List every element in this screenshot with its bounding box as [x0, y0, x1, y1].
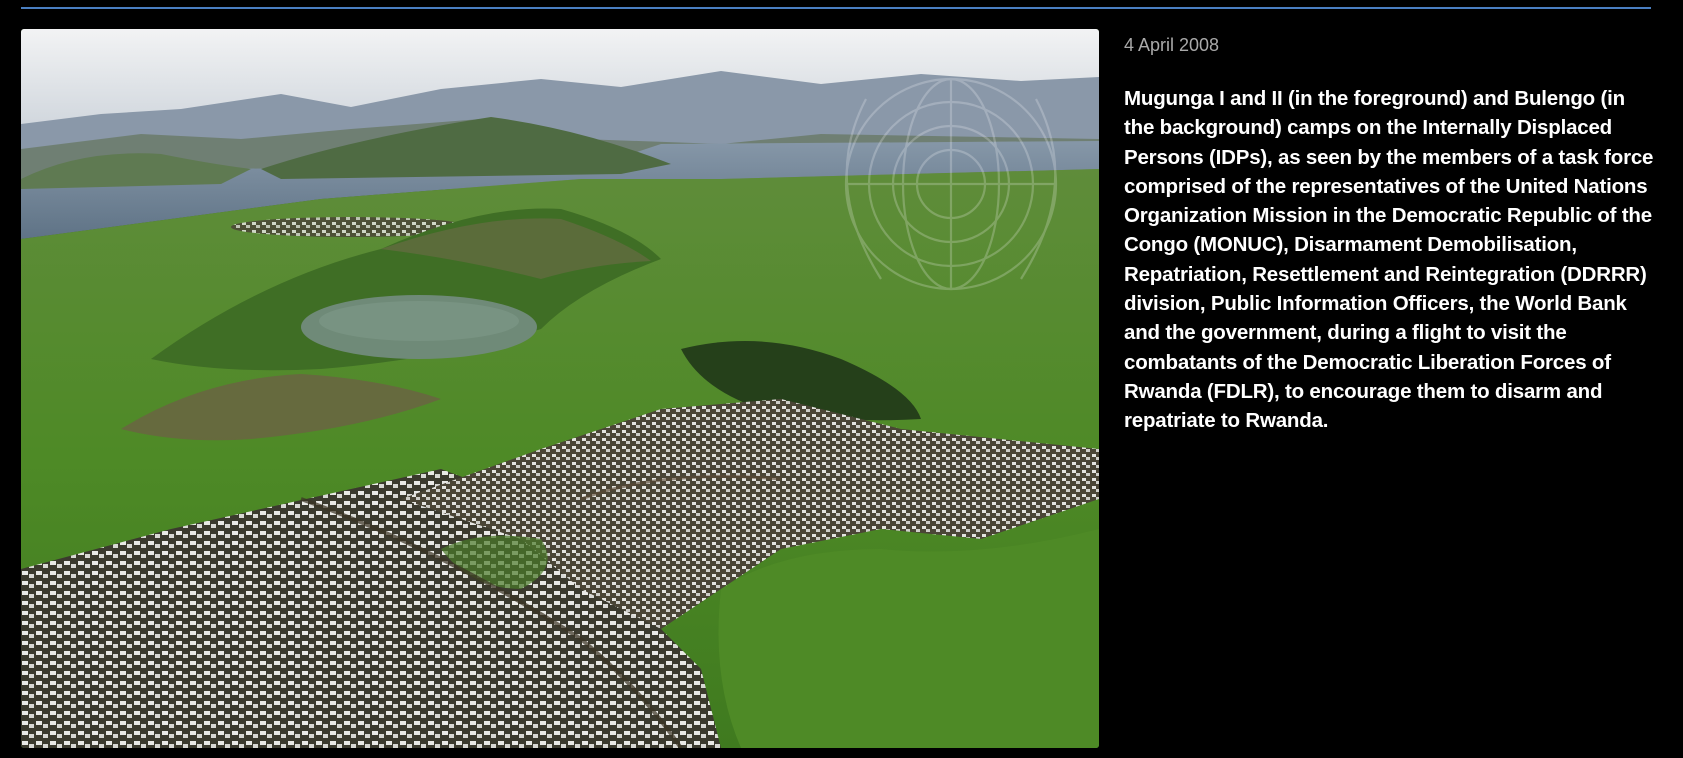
photo-date: 4 April 2008	[1124, 35, 1220, 55]
photo-caption: Mugunga I and II (in the foreground) and…	[1124, 87, 1654, 433]
photo[interactable]	[21, 29, 1099, 748]
top-divider	[21, 7, 1651, 9]
aerial-photo-illustration	[21, 29, 1099, 748]
un-emblem-watermark	[844, 77, 1058, 291]
